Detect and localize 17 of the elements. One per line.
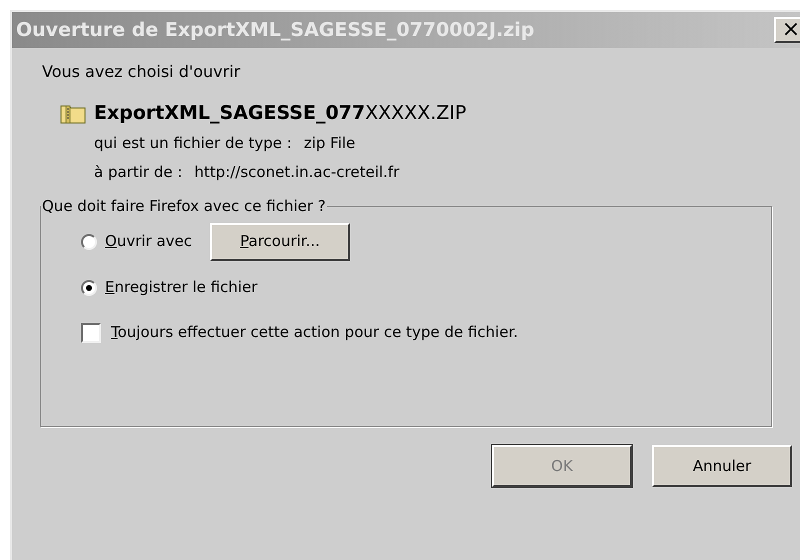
browse-button[interactable]: Parcourir... xyxy=(210,222,350,260)
source-label: à partir de : xyxy=(94,162,182,182)
intro-text: Vous avez choisi d'ouvrir xyxy=(42,61,242,83)
type-label: qui est un fichier de type : xyxy=(94,133,292,154)
radio-button[interactable] xyxy=(81,234,97,250)
close-button[interactable]: × xyxy=(774,17,800,43)
type-value: zip File xyxy=(304,133,356,154)
radio-label[interactable]: Ouvrir avec xyxy=(105,230,192,253)
window-title: Ouverture de ExportXML_SAGESSE_0770002J.zip xyxy=(16,18,534,43)
file-name: ExportXML_SAGESSE_077XXXXX.ZIP xyxy=(94,100,466,126)
checkbox-label[interactable]: Toujours effectuer cette action pour ce type de fichier. xyxy=(111,321,518,344)
group-title: Que doit faire Firefox avec ce fichier ? xyxy=(41,196,327,217)
dialog-button[interactable]: Annuler xyxy=(652,445,792,487)
source-url: http://sconet.in.ac-creteil.fr xyxy=(194,162,400,182)
radio-label[interactable]: Enregistrer le fichier xyxy=(105,276,258,299)
radio-button[interactable] xyxy=(81,280,97,296)
checkbox[interactable] xyxy=(81,322,101,342)
